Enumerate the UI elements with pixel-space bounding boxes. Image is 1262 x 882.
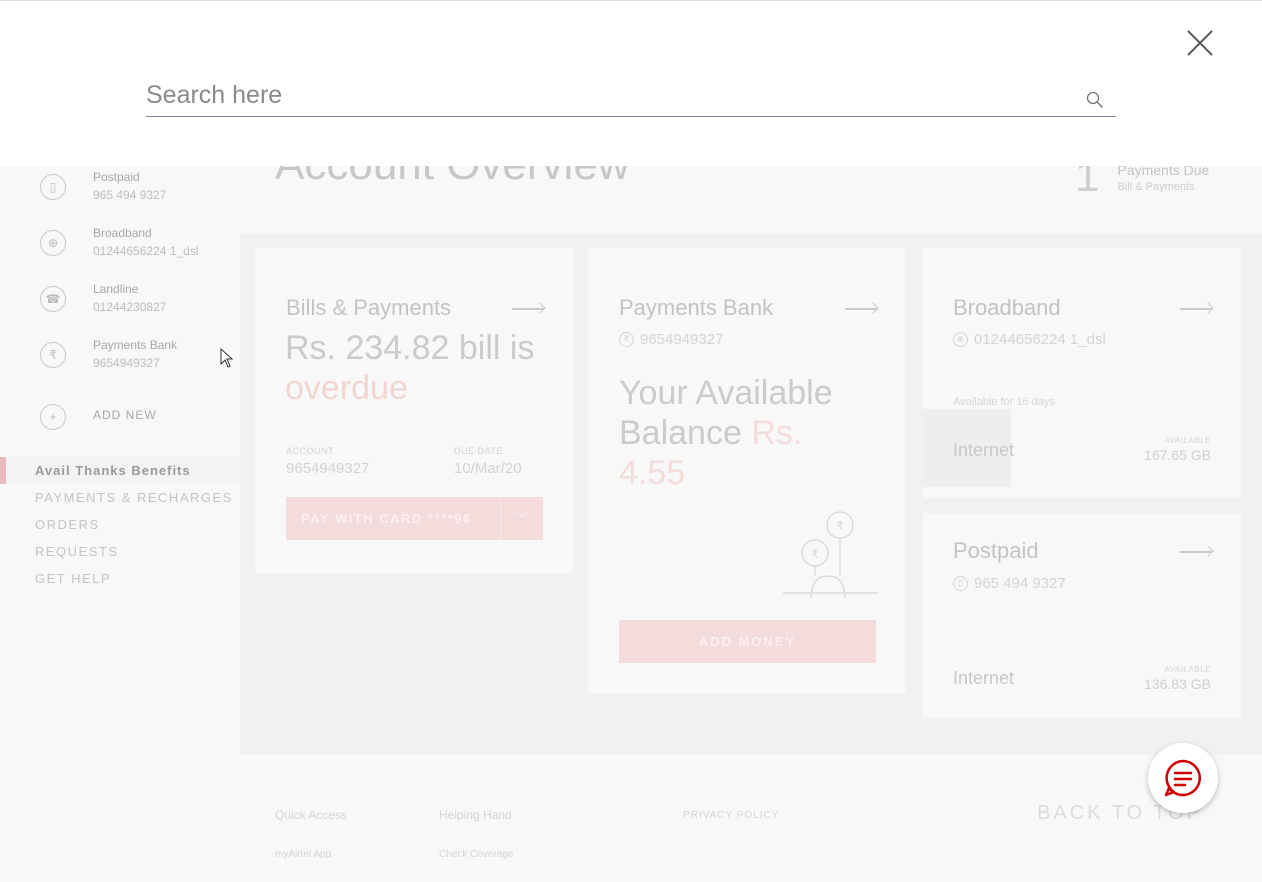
footer-myairtel-link[interactable]: myAirtel App bbox=[275, 849, 331, 860]
card-title: Bills & Payments bbox=[286, 295, 452, 320]
postpaid-card: Postpaid ▯ 965 494 9327 Internet AVAILAB… bbox=[923, 513, 1241, 718]
add-money-button[interactable]: ADD MONEY bbox=[619, 620, 876, 663]
search-input[interactable] bbox=[146, 77, 1076, 113]
due-date-label: DUE DATE bbox=[454, 446, 503, 456]
plus-icon: + bbox=[40, 404, 66, 430]
chevron-down-icon[interactable]: ﹀ bbox=[500, 497, 543, 540]
side-nav: Avail Thanks Benefits PAYMENTS & RECHARG… bbox=[0, 457, 240, 592]
search-bar bbox=[146, 77, 1116, 117]
footer-check-coverage-link[interactable]: Check Coverage bbox=[439, 849, 513, 860]
postpaid-number-text: 965 494 9327 bbox=[974, 575, 1066, 592]
mouse-cursor-icon bbox=[220, 348, 234, 368]
payments-bank-card: Payments Bank ₹ 9654949327 Your Availabl… bbox=[588, 248, 906, 693]
card-title: Postpaid bbox=[953, 538, 1039, 563]
nav-item-avail-thanks-benefits[interactable]: Avail Thanks Benefits bbox=[0, 457, 240, 484]
usage-value: 167.65 GB bbox=[1144, 447, 1211, 463]
usage-available-label: AVAILABLE bbox=[1164, 665, 1211, 674]
sim-icon: ▯ bbox=[953, 576, 968, 591]
account-name: Broadband bbox=[93, 226, 152, 240]
arrow-right-icon[interactable] bbox=[1180, 308, 1212, 310]
nav-item-requests[interactable]: REQUESTS bbox=[0, 538, 240, 565]
search-overlay bbox=[0, 0, 1262, 166]
available-balance: Your Available Balance Rs. 4.55 bbox=[619, 373, 849, 493]
sidebar-account-broadband[interactable]: ⊕ Broadband 01244656224 1_dsl bbox=[40, 226, 198, 259]
validity-text: Available for 16 days bbox=[953, 396, 1055, 408]
nav-item-payments-recharges[interactable]: PAYMENTS & RECHARGES bbox=[0, 484, 240, 511]
bill-amount: Rs. 234.82 bill is overdue bbox=[285, 328, 555, 408]
bill-status: overdue bbox=[285, 369, 408, 407]
bill-amount-text: Rs. 234.82 bill is bbox=[285, 329, 535, 367]
account-value: 9654949327 bbox=[286, 460, 370, 477]
arrow-right-icon[interactable] bbox=[1180, 551, 1212, 553]
rupee-icon: ₹ bbox=[619, 332, 634, 347]
account-number: 01244656224 1_dsl bbox=[93, 244, 199, 258]
pay-button-label: PAY WITH CARD ****96 bbox=[301, 511, 472, 526]
account-number: 01244230827 bbox=[93, 300, 167, 314]
arrow-right-icon[interactable] bbox=[845, 308, 877, 310]
sim-icon: ▯ bbox=[40, 174, 66, 200]
cards-area: Bills & Payments Rs. 234.82 bill is over… bbox=[240, 233, 1262, 755]
card-title: Broadband bbox=[953, 295, 1061, 320]
account-number: 9654949327 bbox=[93, 356, 160, 370]
bank-number-text: 9654949327 bbox=[640, 331, 724, 348]
footer-quick-access: Quick Access bbox=[275, 808, 348, 822]
chat-support-button[interactable] bbox=[1148, 743, 1218, 813]
bills-payments-card: Bills & Payments Rs. 234.82 bill is over… bbox=[255, 248, 573, 573]
card-title: Payments Bank bbox=[619, 295, 774, 320]
broadband-number: ⊕ 01244656224 1_dsl bbox=[953, 331, 1106, 348]
sidebar-account-payments-bank[interactable]: ₹ Payments Bank 9654949327 bbox=[40, 338, 177, 371]
internet-usage-row[interactable]: Internet AVAILABLE 136.83 GB bbox=[923, 633, 1241, 711]
account-name: Postpaid bbox=[93, 170, 140, 184]
add-new-label: ADD NEW bbox=[93, 408, 157, 422]
bank-number: ₹ 9654949327 bbox=[619, 331, 723, 348]
usage-available-label: AVAILABLE bbox=[1164, 436, 1211, 445]
footer-helping-hand: Helping Hand bbox=[439, 808, 512, 822]
account-number: 965 494 9327 bbox=[93, 188, 167, 202]
nav-item-orders[interactable]: ORDERS bbox=[0, 511, 240, 538]
chat-bubble-icon bbox=[1164, 759, 1201, 797]
postpaid-number: ▯ 965 494 9327 bbox=[953, 575, 1066, 592]
usage-name: Internet bbox=[953, 440, 1015, 460]
search-icon[interactable] bbox=[1086, 91, 1104, 109]
close-icon[interactable] bbox=[1186, 29, 1214, 57]
svg-text:₹: ₹ bbox=[836, 519, 844, 533]
internet-usage-row[interactable]: Internet AVAILABLE 167.65 GB bbox=[923, 409, 1241, 487]
globe-icon: ⊕ bbox=[40, 230, 66, 256]
payments-due-sub: Bill & Payments bbox=[1117, 180, 1195, 193]
svg-text:₹: ₹ bbox=[811, 547, 819, 561]
usage-name: Internet bbox=[953, 668, 1015, 688]
account-label: ACCOUNT bbox=[286, 446, 334, 456]
broadband-number-text: 01244656224 1_dsl bbox=[974, 331, 1106, 348]
broadband-card: Broadband ⊕ 01244656224 1_dsl Available … bbox=[923, 248, 1241, 498]
coins-illustration-icon: ₹ ₹ bbox=[783, 511, 878, 599]
account-name: Payments Bank bbox=[93, 338, 178, 352]
arrow-right-icon[interactable] bbox=[512, 308, 544, 310]
rupee-icon: ₹ bbox=[40, 342, 66, 368]
sidebar-add-new[interactable]: + ADD NEW bbox=[40, 400, 157, 430]
nav-item-get-help[interactable]: GET HELP bbox=[0, 565, 240, 592]
account-name: Landline bbox=[93, 282, 139, 296]
footer-privacy-policy[interactable]: PRIVACY POLICY bbox=[683, 810, 779, 821]
usage-value: 136.83 GB bbox=[1144, 676, 1211, 692]
sidebar-account-landline[interactable]: ☎ Landline 01244230827 bbox=[40, 282, 166, 315]
pay-with-card-button[interactable]: PAY WITH CARD ****96 ﹀ bbox=[286, 497, 543, 540]
globe-icon: ⊕ bbox=[953, 332, 968, 347]
sidebar-account-postpaid[interactable]: ▯ Postpaid 965 494 9327 bbox=[40, 170, 166, 203]
due-date-value: 10/Mar/20 bbox=[454, 460, 522, 477]
landline-icon: ☎ bbox=[40, 286, 66, 312]
